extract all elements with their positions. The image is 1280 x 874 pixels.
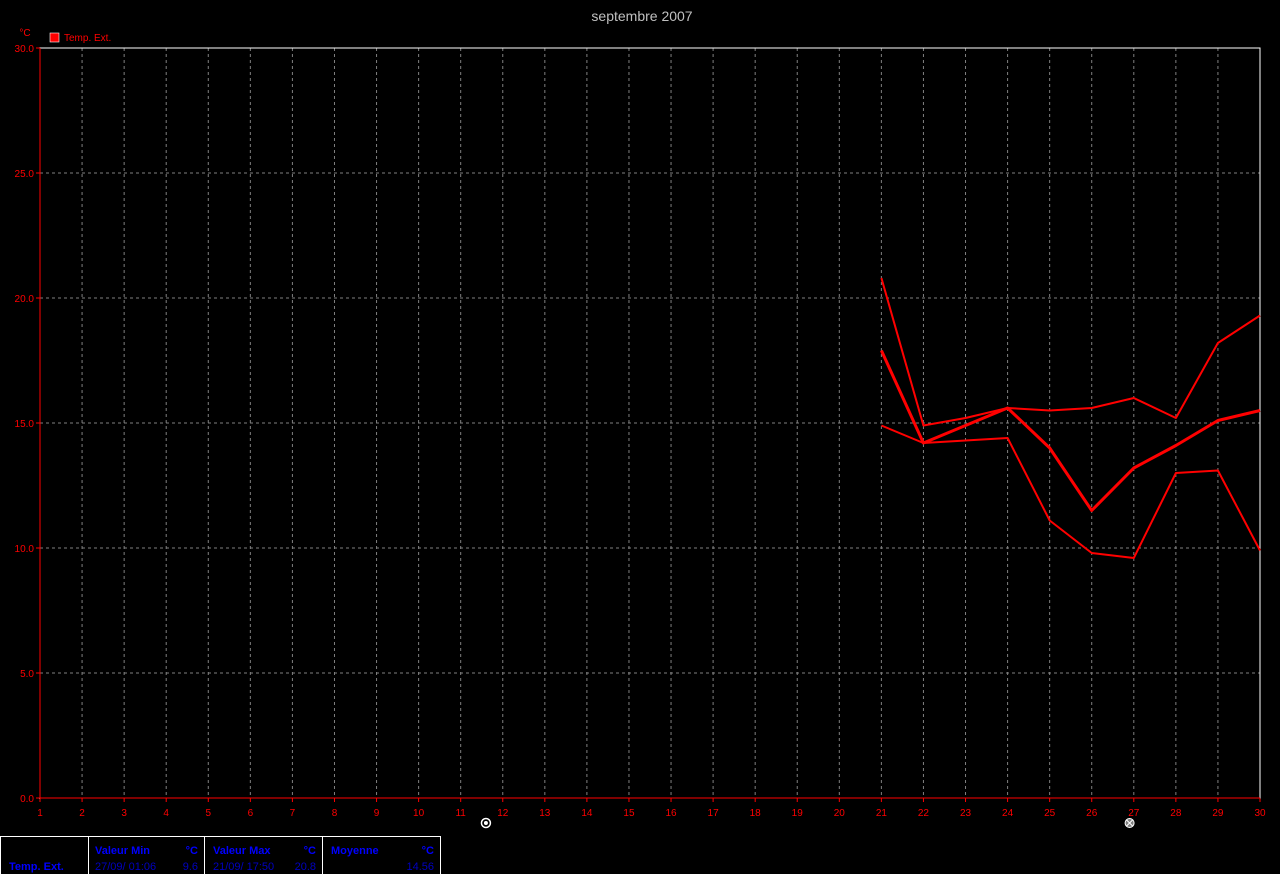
stats-mean-header: Moyenne xyxy=(331,845,379,857)
x-tick-label: 10 xyxy=(413,808,425,819)
y-tick-label: 10.0 xyxy=(15,544,35,555)
x-tick-label: 14 xyxy=(581,808,593,819)
moon-phase-inner-icon xyxy=(483,821,488,825)
x-tick-label: 16 xyxy=(665,808,677,819)
stats-min-unit: °C xyxy=(185,845,198,857)
stats-mean-value: 14.56 xyxy=(406,861,434,873)
statistics-bar: Temp. Ext. Valeur Min °C 27/09/ 01:06 9.… xyxy=(0,836,1280,874)
x-tick-label: 13 xyxy=(539,808,551,819)
stats-min-header: Valeur Min xyxy=(95,845,151,857)
x-tick-label: 30 xyxy=(1254,808,1266,819)
y-axis-unit: °C xyxy=(19,28,30,39)
x-tick-label: 21 xyxy=(876,808,888,819)
x-tick-label: 7 xyxy=(290,808,296,819)
stats-mean-cell: Moyenne °C 14.56 xyxy=(322,836,441,874)
stats-min-value: 9.6 xyxy=(182,861,198,873)
stats-max-date: 21/09/ 17:50 xyxy=(213,861,275,873)
series-lines xyxy=(880,277,1261,559)
temperature-chart: septembre 2007 °C Temp. Ext. 1 2 3 4 5 6 7 8 9 10… xyxy=(15,8,1266,829)
x-tick-label: 22 xyxy=(918,808,930,819)
x-tick-label: 11 xyxy=(455,808,466,819)
x-tick-label: 26 xyxy=(1086,808,1098,819)
grid xyxy=(40,48,1260,798)
series-line-min xyxy=(881,424,1261,559)
axes xyxy=(36,47,1261,802)
x-tick-label: 8 xyxy=(332,808,338,819)
stats-max-unit: °C xyxy=(303,845,316,857)
x-tick-label: 19 xyxy=(792,808,804,819)
x-tick-label: 2 xyxy=(79,808,85,819)
x-tick-label: 6 xyxy=(248,808,254,819)
x-tick-label: 23 xyxy=(960,808,972,819)
x-tick-label: 3 xyxy=(121,808,127,819)
x-tick-label: 4 xyxy=(163,808,169,819)
y-tick-label: 25.0 xyxy=(15,169,35,180)
stats-max-value: 20.8 xyxy=(294,861,316,873)
moon-markers xyxy=(480,817,1135,829)
x-tick-label: 5 xyxy=(205,808,211,819)
y-tick-label: 15.0 xyxy=(15,419,35,430)
y-tick-label: 5.0 xyxy=(20,669,34,680)
chart-title: septembre 2007 xyxy=(591,8,692,24)
legend-label: Temp. Ext. xyxy=(64,33,111,44)
stats-min-date: 27/09/ 01:06 xyxy=(95,861,157,873)
x-tick-label: 25 xyxy=(1044,808,1056,819)
x-tick-label: 29 xyxy=(1212,808,1224,819)
legend-swatch xyxy=(49,32,60,43)
x-tick-label: 9 xyxy=(374,808,380,819)
x-tick-label: 12 xyxy=(497,808,509,819)
x-tick-label: 15 xyxy=(623,808,635,819)
y-tick-label: 20.0 xyxy=(15,294,35,305)
x-tick-label: 18 xyxy=(750,808,762,819)
series-line-max xyxy=(880,277,1261,427)
stats-label-cell: Temp. Ext. xyxy=(0,836,89,874)
y-tick-label: 0.0 xyxy=(20,794,34,805)
x-tick-label: 20 xyxy=(834,808,846,819)
stats-max-cell: Valeur Max °C 21/09/ 17:50 20.8 xyxy=(204,836,323,874)
x-tick-label: 27 xyxy=(1128,808,1140,819)
x-tick-label: 17 xyxy=(708,808,720,819)
stats-mean-unit: °C xyxy=(421,845,434,857)
tick-labels: 1 2 3 4 5 6 7 8 9 10 11 12 13 14 15 16 17 18 19 20 21 22 23 24 2… xyxy=(15,44,1266,819)
series-line-mean xyxy=(880,349,1261,512)
x-tick-label: 28 xyxy=(1170,808,1182,819)
x-tick-label: 24 xyxy=(1002,808,1014,819)
y-tick-label: 30.0 xyxy=(15,44,35,55)
stats-min-cell: Valeur Min °C 27/09/ 01:06 9.6 xyxy=(88,836,205,874)
stats-row-label: Temp. Ext. xyxy=(9,861,64,873)
x-tick-label: 1 xyxy=(37,808,43,819)
stats-max-header: Valeur Max xyxy=(213,845,271,857)
